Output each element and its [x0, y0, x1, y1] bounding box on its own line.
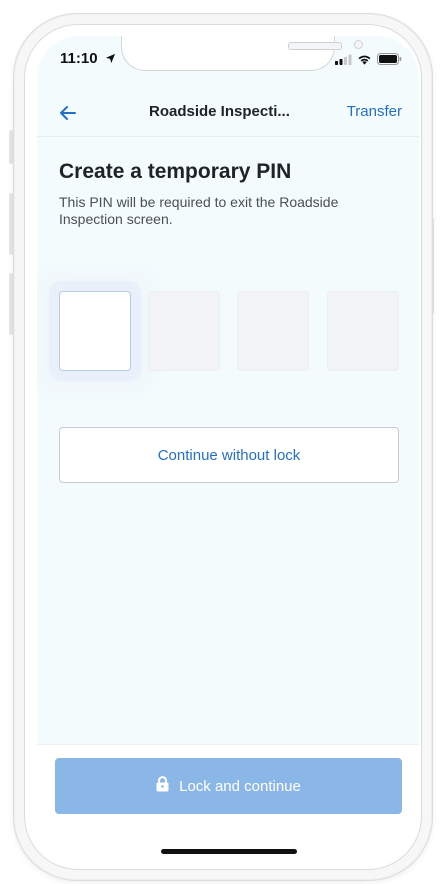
header-title: Roadside Inspecti... — [149, 103, 290, 120]
pin-digit-1[interactable] — [59, 291, 131, 371]
device-mockup: 11:10 Roadside Inspecti... Transfer Crea… — [0, 0, 443, 884]
pin-digit-2[interactable] — [148, 291, 220, 371]
phone-screen: 11:10 Roadside Inspecti... Transfer Crea… — [37, 36, 419, 858]
status-time: 11:10 — [60, 50, 116, 68]
location-arrow-icon — [105, 51, 116, 68]
pin-input-group — [59, 291, 399, 371]
pin-digit-3[interactable] — [237, 291, 309, 371]
lock-and-continue-label: Lock and continue — [179, 777, 301, 795]
home-indicator[interactable] — [161, 849, 297, 854]
continue-without-lock-button[interactable]: Continue without lock — [59, 427, 399, 483]
lock-and-continue-button[interactable]: Lock and continue — [55, 758, 402, 814]
bottom-action-bar: Lock and continue — [37, 744, 419, 858]
wifi-icon — [357, 52, 372, 70]
lock-icon — [156, 776, 169, 796]
signal-icon — [335, 52, 352, 70]
arrow-left-icon[interactable] — [56, 101, 80, 125]
app-header: Roadside Inspecti... Transfer — [37, 90, 419, 137]
status-icons — [335, 52, 402, 70]
status-bar: 11:10 — [37, 36, 419, 86]
status-time-text: 11:10 — [60, 50, 98, 67]
continue-without-lock-label: Continue without lock — [157, 446, 301, 464]
battery-icon — [377, 52, 402, 70]
page-title: Create a temporary PIN — [59, 160, 292, 183]
pin-digit-4[interactable] — [327, 291, 399, 371]
transfer-button[interactable]: Transfer — [347, 103, 402, 120]
page-description: This PIN will be required to exit the Ro… — [59, 194, 339, 227]
